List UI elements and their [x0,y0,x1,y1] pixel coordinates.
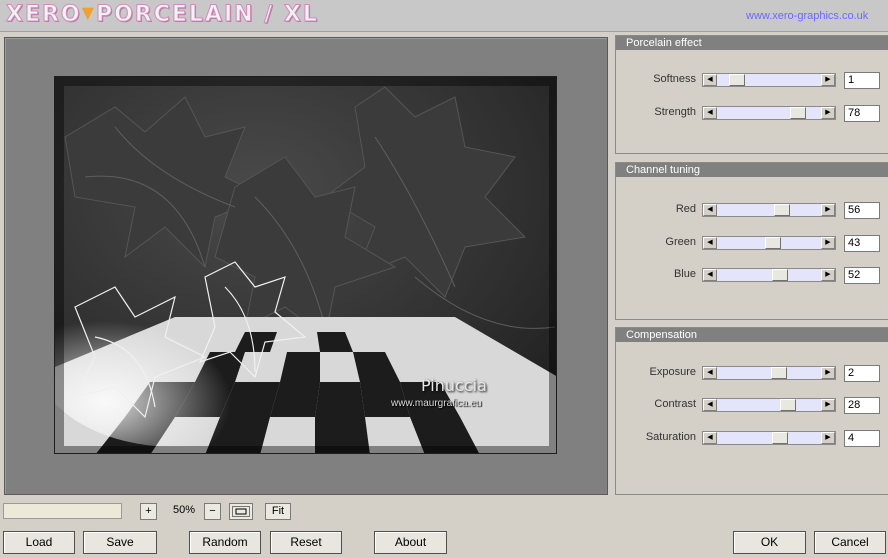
blue-row: Blue ◀ ▶ 52 [616,267,888,284]
porcelain-effect-panel: Porcelain effect Softness ◀ ▶ 1 Strength… [615,35,888,154]
arrow-left-icon[interactable]: ◀ [703,74,717,86]
website-link[interactable]: www.xero-graphics.co.uk [746,10,868,22]
app-logo: XERO▼PORCELAIN / XL [6,2,319,28]
cancel-button[interactable]: Cancel [814,531,886,554]
random-button[interactable]: Random [189,531,261,554]
blue-input[interactable]: 52 [844,267,880,284]
red-thumb[interactable] [774,204,791,216]
green-thumb[interactable] [765,237,782,249]
preview-image[interactable]: Pinuccia www.maurgrafica.eu [54,76,557,454]
panel-title: Compensation [616,328,888,342]
blue-label: Blue [673,268,696,280]
arrow-left-icon[interactable]: ◀ [703,399,717,411]
saturation-row: Saturation ◀ ▶ 4 [616,430,888,447]
arrow-right-icon[interactable]: ▶ [821,204,835,216]
contrast-row: Contrast ◀ ▶ 28 [616,397,888,414]
arrow-right-icon[interactable]: ▶ [821,107,835,119]
panel-title: Channel tuning [616,163,888,177]
zoom-fit-button[interactable]: Fit [265,503,291,520]
softness-row: Softness ◀ ▶ 1 [616,72,888,89]
softness-input[interactable]: 1 [844,72,880,89]
exposure-label: Exposure [649,366,696,378]
status-field [3,503,122,519]
strength-row: Strength ◀ ▶ 78 [616,105,888,122]
exposure-row: Exposure ◀ ▶ 2 [616,365,888,382]
green-row: Green ◀ ▶ 43 [616,235,888,252]
arrow-left-icon[interactable]: ◀ [703,204,717,216]
logo-porcelain: PORCELAIN / XL [95,2,319,28]
arrow-right-icon[interactable]: ▶ [821,399,835,411]
green-label: Green [665,236,696,248]
arrow-right-icon[interactable]: ▶ [821,237,835,249]
strength-thumb[interactable] [790,107,807,119]
softness-slider[interactable]: ◀ ▶ [702,73,836,87]
red-label: Red [675,203,696,215]
exposure-input[interactable]: 2 [844,365,880,382]
saturation-thumb[interactable] [771,432,788,444]
softness-thumb[interactable] [729,74,746,86]
strength-input[interactable]: 78 [844,105,880,122]
logo-triangle-icon: ▼ [81,3,96,22]
about-button[interactable]: About [374,531,447,554]
arrow-left-icon[interactable]: ◀ [703,269,717,281]
artist-url: www.maurgrafica.eu [391,398,482,409]
arrow-left-icon[interactable]: ◀ [703,237,717,249]
save-button[interactable]: Save [83,531,157,554]
exposure-slider[interactable]: ◀ ▶ [702,366,836,380]
logo-xero: XERO [6,2,82,28]
preview-area: Pinuccia www.maurgrafica.eu [4,37,608,495]
contrast-thumb[interactable] [780,399,797,411]
softness-label: Softness [653,73,696,85]
zoom-level: 50% [172,504,196,516]
blue-thumb[interactable] [771,269,788,281]
saturation-label: Saturation [645,431,696,443]
actual-size-button[interactable] [229,503,253,520]
actual-size-icon [232,506,250,517]
green-input[interactable]: 43 [844,235,880,252]
arrow-left-icon[interactable]: ◀ [703,107,717,119]
red-row: Red ◀ ▶ 56 [616,202,888,219]
strength-label: Strength [654,106,696,118]
ok-button[interactable]: OK [733,531,806,554]
title-bar: XERO▼PORCELAIN / XL www.xero-graphics.co… [0,0,888,32]
panel-title: Porcelain effect [616,36,888,50]
zoom-out-button[interactable]: − [204,503,221,520]
contrast-input[interactable]: 28 [844,397,880,414]
saturation-slider[interactable]: ◀ ▶ [702,431,836,445]
arrow-right-icon[interactable]: ▶ [821,367,835,379]
arrow-left-icon[interactable]: ◀ [703,432,717,444]
zoom-in-button[interactable]: + [140,503,157,520]
exposure-thumb[interactable] [771,367,788,379]
strength-slider[interactable]: ◀ ▶ [702,106,836,120]
artist-signature: Pinuccia [421,376,487,395]
load-button[interactable]: Load [3,531,75,554]
red-input[interactable]: 56 [844,202,880,219]
contrast-label: Contrast [654,398,696,410]
reset-button[interactable]: Reset [270,531,342,554]
arrow-right-icon[interactable]: ▶ [821,432,835,444]
arrow-right-icon[interactable]: ▶ [821,269,835,281]
compensation-panel: Compensation Exposure ◀ ▶ 2 Contrast ◀ ▶… [615,327,888,495]
red-slider[interactable]: ◀ ▶ [702,203,836,217]
arrow-left-icon[interactable]: ◀ [703,367,717,379]
channel-tuning-panel: Channel tuning Red ◀ ▶ 56 Green ◀ ▶ 43 B… [615,162,888,320]
arrow-right-icon[interactable]: ▶ [821,74,835,86]
blue-slider[interactable]: ◀ ▶ [702,268,836,282]
saturation-input[interactable]: 4 [844,430,880,447]
green-slider[interactable]: ◀ ▶ [702,236,836,250]
contrast-slider[interactable]: ◀ ▶ [702,398,836,412]
